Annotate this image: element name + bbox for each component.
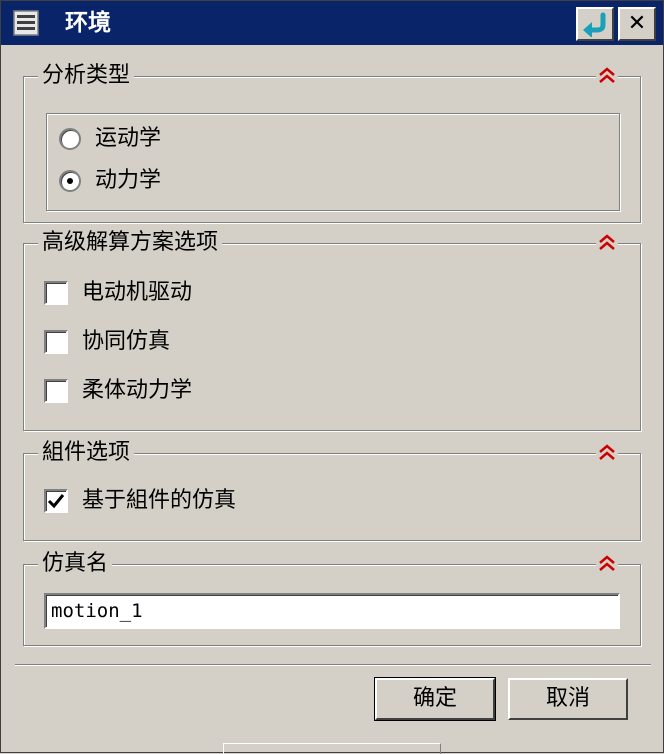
checkbox-flexible-body[interactable]: 柔体动力学 [44, 374, 192, 408]
reset-arrow-icon [583, 12, 606, 37]
simulation-name-input[interactable]: motion_1 [44, 593, 620, 629]
reset-button[interactable] [576, 7, 614, 41]
collapse-chevron-icon[interactable] [596, 232, 618, 254]
co-simulation-label: 协同仿真 [82, 329, 171, 354]
dialog-list-icon [13, 10, 39, 36]
radio-option-dynamics[interactable]: 动力学 [59, 164, 161, 198]
co-simulation-checkbox[interactable] [44, 330, 68, 354]
component-options-group: 組件选项 基于組件的仿真 [23, 437, 641, 541]
motor-drive-label: 电动机驱动 [82, 280, 193, 305]
radio-option-kinematics[interactable]: 运动学 [59, 122, 161, 156]
motor-drive-checkbox[interactable] [44, 281, 68, 305]
checkbox-component-based-sim[interactable]: 基于組件的仿真 [44, 484, 236, 518]
flexible-body-label: 柔体动力学 [82, 378, 193, 403]
collapse-chevron-icon[interactable] [596, 553, 618, 575]
checkbox-co-simulation[interactable]: 协同仿真 [44, 325, 170, 359]
divider [15, 664, 651, 666]
title-bar[interactable]: 环境 ✕ [1, 1, 663, 45]
ok-button[interactable]: 确定 [374, 677, 496, 721]
collapse-chevron-icon[interactable] [596, 65, 618, 87]
analysis-type-legend: 分析类型 [38, 60, 135, 92]
analysis-type-options: 运动学 动力学 [46, 113, 620, 211]
dialog-title: 环境 [65, 10, 111, 36]
flexible-body-checkbox[interactable] [44, 379, 68, 403]
advanced-solver-legend: 高级解算方案选项 [38, 227, 223, 259]
advanced-solver-group: 高级解算方案选项 电动机驱动 协同仿真 柔体动力学 [23, 227, 641, 431]
dynamics-radio[interactable] [59, 170, 81, 192]
close-icon: ✕ [627, 11, 647, 36]
component-options-legend: 組件选项 [38, 437, 135, 469]
simulation-name-legend: 仿真名 [38, 548, 113, 580]
checkbox-motor-drive[interactable]: 电动机驱动 [44, 276, 192, 310]
close-button[interactable]: ✕ [618, 7, 656, 41]
kinematics-label: 运动学 [95, 126, 162, 151]
component-based-sim-checkbox[interactable] [44, 489, 68, 513]
collapse-chevron-icon[interactable] [596, 442, 618, 464]
component-based-sim-label: 基于組件的仿真 [82, 488, 237, 513]
cancel-button[interactable]: 取消 [508, 678, 628, 720]
resize-grip[interactable] [223, 743, 441, 754]
analysis-type-group: 分析类型 运动学 动力学 [23, 60, 641, 223]
kinematics-radio[interactable] [59, 128, 81, 150]
environment-dialog: 环境 ✕ 分析类型 运动学 动力学 高级解算方案选项 电动机驱动 协同仿真 柔体… [0, 0, 664, 754]
simulation-name-group: 仿真名 motion_1 [23, 548, 641, 646]
checkmark-icon [47, 494, 65, 509]
dynamics-label: 动力学 [95, 168, 162, 193]
